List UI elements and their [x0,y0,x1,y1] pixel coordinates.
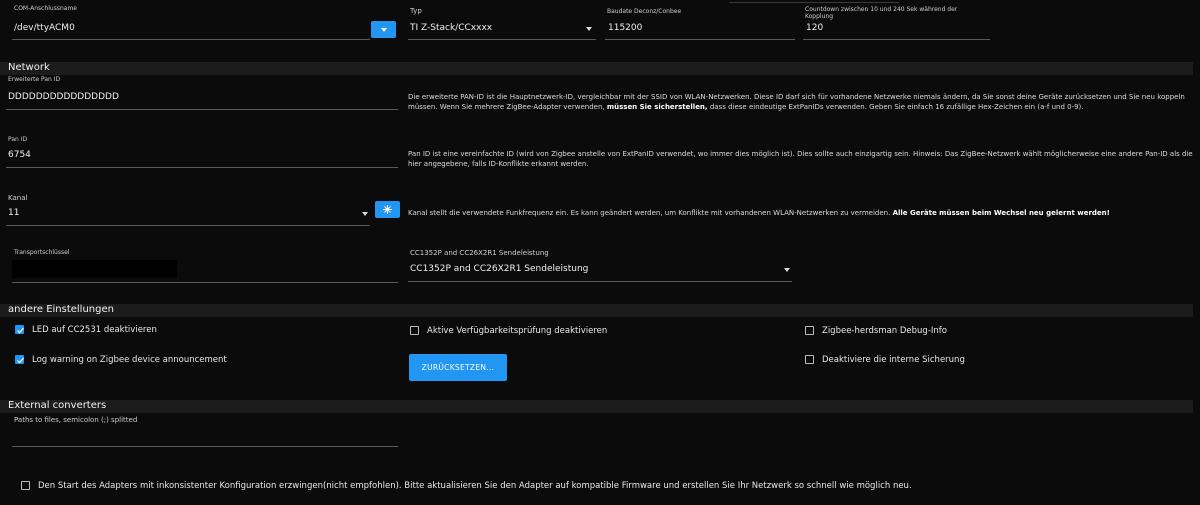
countdown-input[interactable]: 120 [806,23,823,33]
external-converters-header: External converters [0,400,1193,413]
kanal-select[interactable]: 11 [8,208,19,218]
log-warning-label: Log warning on Zigbee device announcemen… [32,355,227,365]
led-disable-label: LED auf CC2531 deaktivieren [32,325,157,335]
com-port-dropdown-button[interactable] [371,21,396,38]
paths-label: Paths to files, semicolon (;) splitted [14,416,138,424]
force-start-label: Den Start des Adapters mit inkonsistente… [38,481,912,491]
other-settings-header: andere Einstellungen [0,304,1193,317]
force-start-checkbox[interactable] [21,481,30,490]
log-warning-checkbox[interactable] [15,355,24,364]
power-underline [408,281,792,282]
network-section-title: Network [8,62,50,73]
com-port-label: COM-Anschlussname [14,5,77,12]
power-label: CC1352P and CC26X2R1 Sendeleistung [410,249,549,257]
pan-input[interactable]: 6754 [8,150,31,160]
other-settings-title: andere Einstellungen [8,304,114,315]
chevron-down-icon [586,27,592,31]
transport-key-label: Transportschlüssel [14,249,70,256]
chevron-down-icon [362,212,368,216]
baud-label: Baudate Deconz/Conbee [607,8,682,15]
typ-select[interactable]: TI Z-Stack/CCxxxx [410,23,492,33]
kanal-underline [6,225,370,226]
paths-input-underline[interactable] [12,446,398,447]
pan-description: Pan ID ist eine vereinfachte ID (wird vo… [408,150,1193,168]
led-disable-checkbox[interactable] [15,325,24,334]
countdown-underline [803,39,990,40]
internal-backup-label: Deaktiviere die interne Sicherung [822,355,965,365]
reset-button-label: ZURÜCKSETZEN... [421,363,495,372]
herdsman-debug-label: Zigbee-herdsman Debug-Info [822,326,947,336]
internal-backup-checkbox[interactable] [805,355,814,364]
countdown-label-2: Kopplung [805,13,834,20]
network-section-header: Network [0,62,1193,75]
extpan-description: Die erweiterte PAN-ID ist die Hauptnetzw… [408,93,1185,111]
extpan-underline [6,109,398,110]
baud-input[interactable]: 115200 [608,23,642,33]
extpan-input[interactable]: DDDDDDDDDDDDDDDD [8,92,119,102]
com-port-value[interactable]: /dev/ttyACM0 [14,23,75,33]
availability-check-label: Aktive Verfügbarkeitsprüfung deaktiviere… [427,326,608,336]
pan-underline [6,167,398,168]
extpan-label: Erweiterte Pan ID [8,76,61,83]
tab-indicator-line [729,2,899,3]
baud-underline [605,39,795,40]
sparkle-icon [383,205,392,214]
reset-button[interactable]: ZURÜCKSETZEN... [409,354,507,381]
chevron-down-icon [784,268,790,272]
com-port-underline [12,39,370,40]
typ-label: Typ [410,7,422,15]
check-icon [17,327,24,334]
power-select[interactable]: CC1352P and CC26X2R1 Sendeleistung [410,264,588,274]
chevron-down-icon [381,28,387,32]
external-converters-title: External converters [8,400,107,411]
countdown-label: Countdown zwischen 10 und 240 Sek währen… [805,6,958,13]
kanal-label: Kanal [8,194,28,202]
kanal-description: Kanal stellt die verwendete Funkfrequenz… [408,209,1110,217]
herdsman-debug-checkbox[interactable] [805,326,814,335]
transport-key-underline [12,282,398,283]
channel-scan-button[interactable] [375,201,400,218]
typ-underline [408,39,596,40]
transport-key-redacted[interactable] [12,260,177,278]
availability-check-checkbox[interactable] [410,326,419,335]
pan-label: Pan ID [8,136,28,143]
check-icon [17,357,24,364]
